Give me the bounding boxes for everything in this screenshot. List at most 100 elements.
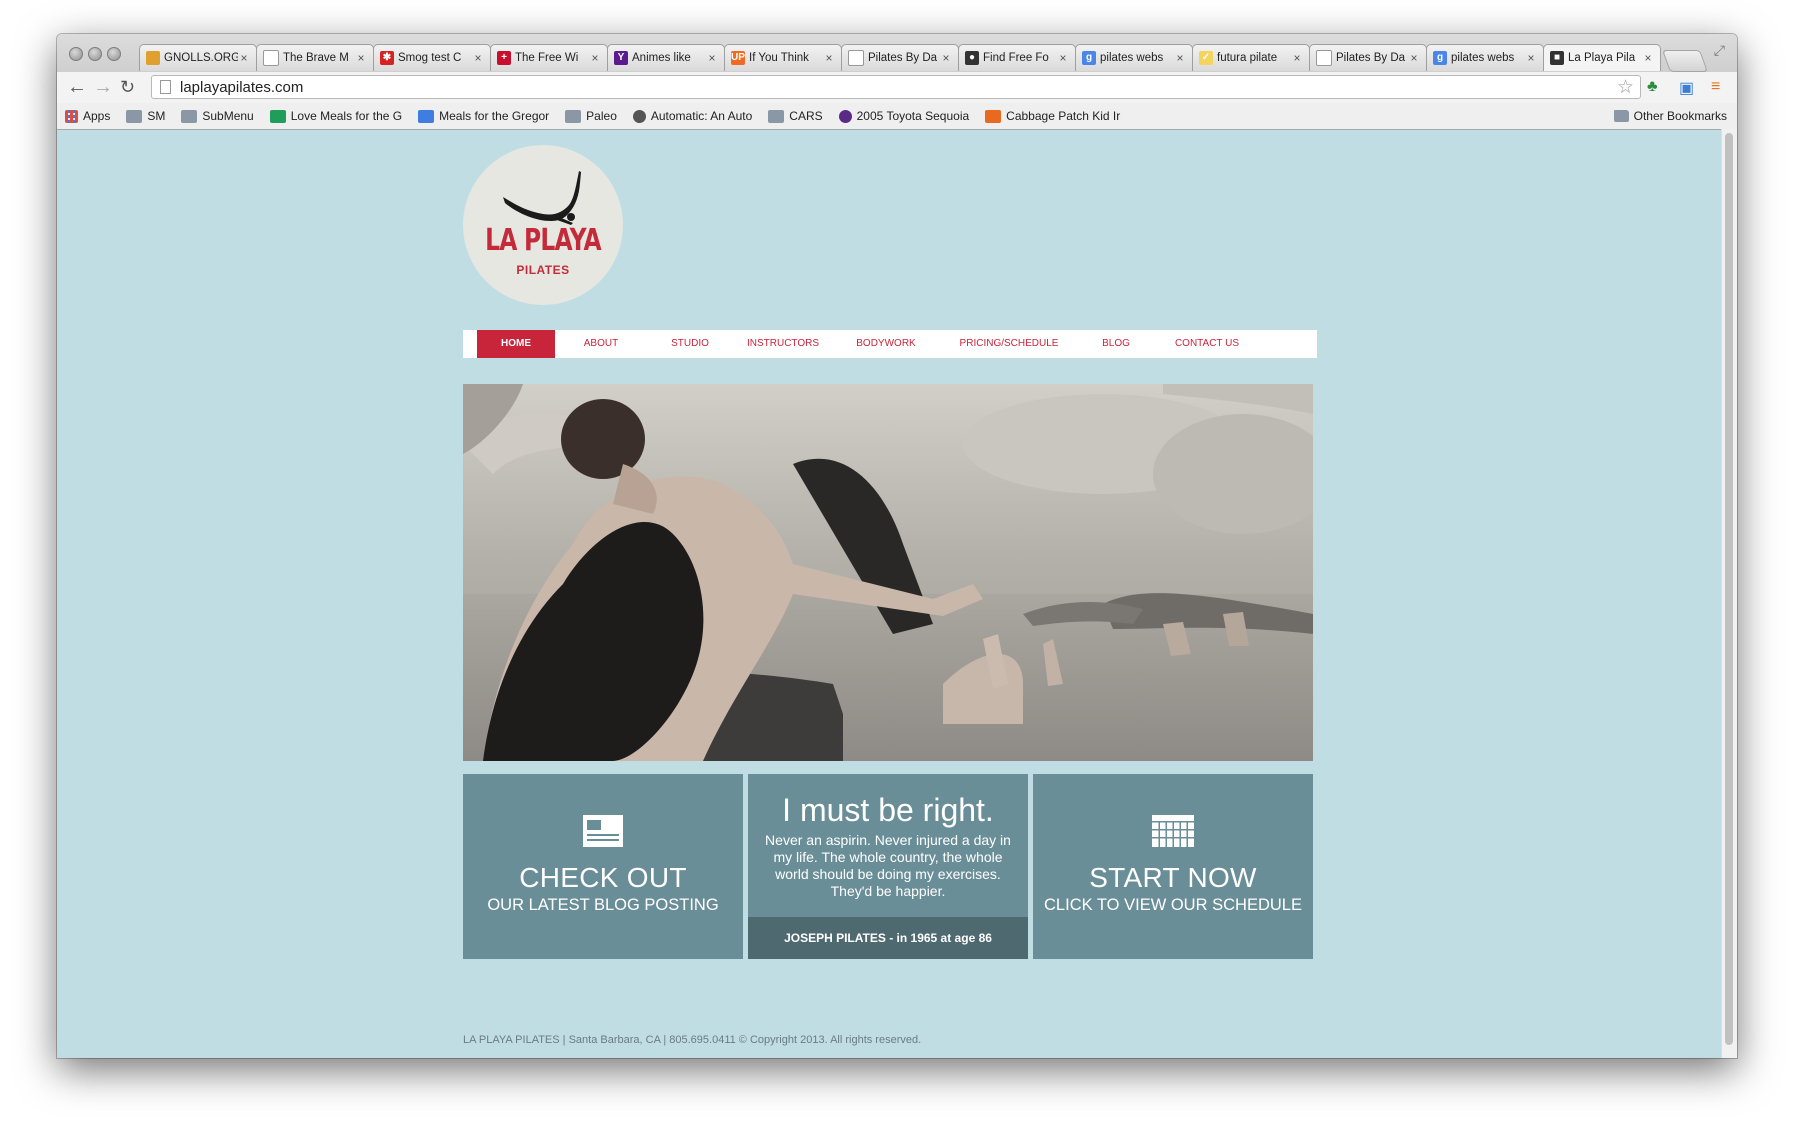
- nav-about[interactable]: ABOUT: [555, 330, 647, 358]
- browser-tab[interactable]: Y Animes like ×: [607, 44, 725, 71]
- site-footer: LA PLAYA PILATES | Santa Barbara, CA | 8…: [463, 1034, 922, 1046]
- browser-tab[interactable]: ✱ Smog test C ×: [373, 44, 491, 71]
- bookmark-label: Apps: [83, 109, 111, 123]
- bookmark-label: Love Meals for the G: [290, 109, 403, 123]
- tab-favicon-icon: [848, 50, 864, 66]
- scrollbar[interactable]: [1721, 129, 1737, 1058]
- nav-blog[interactable]: BLOG: [1079, 330, 1153, 358]
- back-button[interactable]: ←: [67, 75, 87, 99]
- folder-icon: [181, 109, 198, 123]
- url-text: laplayapilates.com: [180, 79, 304, 96]
- tab-title: If You Think: [749, 52, 809, 64]
- nav-studio[interactable]: STUDIO: [647, 330, 733, 358]
- bookmark-item[interactable]: Love Meals for the G: [269, 109, 403, 123]
- other-bookmarks[interactable]: Other Bookmarks: [1613, 109, 1727, 123]
- browser-tab[interactable]: The Brave M ×: [256, 44, 374, 71]
- close-window-button[interactable]: [69, 47, 83, 61]
- bookmark-item[interactable]: 2005 Toyota Sequoia: [838, 109, 969, 123]
- bookmark-star-icon[interactable]: ☆: [1617, 76, 1634, 99]
- extension-icon[interactable]: ♣: [1647, 78, 1658, 96]
- tab-close-icon[interactable]: ×: [1057, 51, 1069, 65]
- browser-tab[interactable]: Pilates By Da ×: [1309, 44, 1427, 71]
- bookmark-item[interactable]: SM: [126, 109, 165, 123]
- browser-tab[interactable]: ■ La Playa Pila ×: [1543, 44, 1661, 71]
- bookmark-item[interactable]: SubMenu: [181, 109, 254, 123]
- browser-tab[interactable]: ✓ futura pilate ×: [1192, 44, 1310, 71]
- other-bookmarks-label: Other Bookmarks: [1633, 109, 1727, 123]
- scrollbar-thumb[interactable]: [1725, 133, 1733, 1045]
- nav-contact-us[interactable]: CONTACT US: [1153, 330, 1261, 358]
- zoom-window-button[interactable]: [107, 47, 121, 61]
- minimize-window-button[interactable]: [88, 47, 102, 61]
- tab-close-icon[interactable]: ×: [823, 51, 835, 65]
- bookmark-item[interactable]: Cabbage Patch Kid Ir: [985, 109, 1120, 123]
- tab-close-icon[interactable]: ×: [940, 51, 952, 65]
- fullscreen-icon[interactable]: ⤢: [1714, 42, 1725, 59]
- tab-title: pilates webs: [1100, 52, 1164, 64]
- page-icon: [160, 80, 171, 94]
- tab-title: The Brave M: [283, 52, 349, 64]
- doc-icon: [418, 109, 435, 123]
- bookmark-label: Cabbage Patch Kid Ir: [1006, 109, 1121, 123]
- tab-title: Smog test C: [398, 52, 462, 64]
- browser-tab[interactable]: g pilates webs ×: [1075, 44, 1193, 71]
- tab-close-icon[interactable]: ×: [589, 51, 601, 65]
- tab-favicon-icon: g: [1082, 51, 1096, 65]
- browser-tab[interactable]: UP If You Think ×: [724, 44, 842, 71]
- nav-home[interactable]: HOME: [477, 330, 555, 358]
- tab-close-icon[interactable]: ×: [1174, 51, 1186, 65]
- logo-subtitle: PILATES: [516, 263, 570, 277]
- tab-strip: GNOLLS.ORG × The Brave M × ✱ Smog test C × + The…: [57, 34, 1737, 72]
- menu-icon[interactable]: ≡: [1711, 78, 1720, 96]
- tab-close-icon[interactable]: ×: [706, 51, 718, 65]
- browser-tab[interactable]: ● Find Free Fo ×: [958, 44, 1076, 71]
- new-tab-button[interactable]: [1661, 50, 1709, 72]
- tab-favicon-icon: ●: [965, 51, 979, 65]
- browser-tab[interactable]: + The Free Wi ×: [490, 44, 608, 71]
- extension-window-icon[interactable]: ▣: [1679, 78, 1694, 98]
- bookmark-item[interactable]: Paleo: [565, 109, 617, 123]
- blog-panel-title: CHECK OUT: [519, 862, 687, 893]
- folder-icon: [126, 109, 143, 123]
- schedule-panel[interactable]: START NOW CLICK TO VIEW OUR SCHEDULE: [1033, 774, 1313, 959]
- tab-close-icon[interactable]: ×: [1408, 51, 1420, 65]
- tab-close-icon[interactable]: ×: [355, 51, 367, 65]
- forward-button[interactable]: →: [93, 75, 113, 99]
- browser-tab[interactable]: GNOLLS.ORG ×: [139, 44, 257, 71]
- bookmark-item[interactable]: Apps: [65, 109, 110, 123]
- bookmark-item[interactable]: Meals for the Gregor: [418, 109, 549, 123]
- address-bar[interactable]: laplayapilates.com ☆: [151, 75, 1641, 99]
- folder-icon: [1613, 110, 1629, 122]
- bookmark-item[interactable]: CARS: [768, 109, 823, 123]
- auto-icon: [632, 109, 646, 123]
- main-nav: HOME ABOUT STUDIO INSTRUCTORS BODYWORK PRICIN…: [463, 330, 1317, 358]
- nav-pricing-schedule[interactable]: PRICING/SCHEDULE: [939, 330, 1079, 358]
- tab-close-icon[interactable]: ×: [1642, 51, 1654, 65]
- bookmark-label: SM: [147, 109, 166, 123]
- bookmark-item[interactable]: Automatic: An Auto: [632, 109, 752, 123]
- site-logo[interactable]: LA PLAYA PILATES: [463, 145, 623, 305]
- bookmark-label: CARS: [789, 109, 823, 123]
- blog-panel[interactable]: CHECK OUT OUR LATEST BLOG POSTING: [463, 774, 743, 959]
- tab-title: Animes like: [632, 52, 691, 64]
- etsy-icon: [985, 109, 1002, 123]
- pilates-class-photo: [463, 384, 1313, 761]
- browser-tab[interactable]: g pilates webs ×: [1426, 44, 1544, 71]
- tab-close-icon[interactable]: ×: [238, 51, 250, 65]
- browser-window: GNOLLS.ORG × The Brave M × ✱ Smog test C × + The…: [57, 34, 1737, 1058]
- quote-headline: I must be right.: [782, 792, 994, 828]
- nav-bodywork[interactable]: BODYWORK: [833, 330, 939, 358]
- apps-icon: [65, 109, 78, 123]
- nav-instructors[interactable]: INSTRUCTORS: [733, 330, 833, 358]
- calendar-icon: [1152, 815, 1194, 847]
- reload-button[interactable]: ↻: [120, 75, 135, 99]
- pilates-figure-icon: [503, 171, 581, 225]
- quote-attribution: JOSEPH PILATES - in 1965 at age 86: [748, 917, 1028, 959]
- tab-close-icon[interactable]: ×: [472, 51, 484, 65]
- tab-close-icon[interactable]: ×: [1525, 51, 1537, 65]
- toolbar: ← → ↻ laplayapilates.com ☆ ♣ ▣ ≡: [57, 72, 1737, 103]
- tab-close-icon[interactable]: ×: [1291, 51, 1303, 65]
- tab-favicon-icon: [146, 51, 160, 65]
- browser-tab[interactable]: Pilates By Da ×: [841, 44, 959, 71]
- tab-title: La Playa Pila: [1568, 52, 1636, 64]
